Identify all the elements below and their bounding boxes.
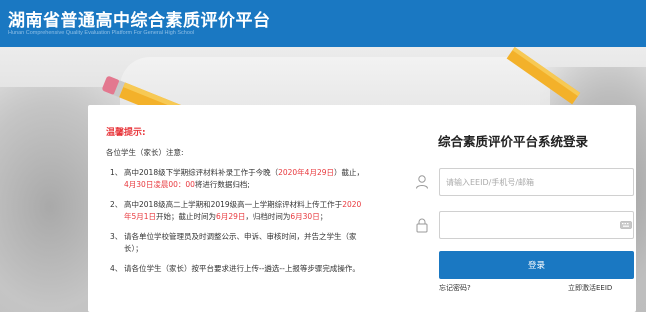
password-input[interactable] xyxy=(439,211,634,239)
login-button[interactable]: 登录 xyxy=(439,251,634,279)
notice-item: 1、 高中2018级下学期综评材料补录工作于今晚（2020年4月29日）截止， 4… xyxy=(106,167,368,191)
login-card: 温馨提示: 各位学生（家长）注意: 1、 高中2018级下学期综评材料补录工作于… xyxy=(88,105,636,312)
keyboard-icon[interactable] xyxy=(620,221,632,229)
site-title: 湖南省普通高中综合素质评价平台 xyxy=(8,11,271,31)
site-header: 湖南省普通高中综合素质评价平台 Hunan Comprehensive Qual… xyxy=(0,0,646,47)
forgot-password-link[interactable]: 忘记密码? xyxy=(439,283,471,293)
pencil-decoration-right xyxy=(506,47,581,105)
notice-item-text: 将进行数据归档; xyxy=(194,180,250,189)
notice-item-text: ，归档时间为 xyxy=(245,212,291,221)
notice-item: 3、 请各单位学校管理员及时调整公示、申诉、审核时间，并告之学生（家长）； xyxy=(106,231,368,255)
username-input[interactable] xyxy=(439,168,634,196)
notice-item-highlight: 6月30日 xyxy=(290,212,320,221)
notice-list: 1、 高中2018级下学期综评材料补录工作于今晚（2020年4月29日）截止， 4… xyxy=(106,167,368,275)
lock-icon xyxy=(416,218,428,233)
notice-greeting: 各位学生（家长）注意: xyxy=(106,148,184,157)
notice-item-highlight: 2020年4月29日 xyxy=(278,168,334,177)
notice-item-text: 高中2018级下学期综评材料补录工作于今晚（ xyxy=(124,168,279,177)
notice-item-text: ）截止， xyxy=(334,168,364,177)
username-field xyxy=(414,168,634,196)
notice-item-text: 请各单位学校管理员及时调整公示、申诉、审核时间，并告之学生（家长）； xyxy=(124,232,357,253)
notice-item-text: 高中2018级高二上学期和2019级高一上学期综评材料上传工作于 xyxy=(124,200,343,209)
notice-item-number: 4、 xyxy=(110,264,123,273)
notice-item: 2、 高中2018级高二上学期和2019级高一上学期综评材料上传工作于2020年… xyxy=(106,199,368,223)
notice-item: 4、 请各位学生（家长）按平台要求进行上传--遴选--上报等步骤完成操作。 xyxy=(106,263,368,275)
notice-item-highlight: 4月30日凌晨00：00 xyxy=(124,180,195,189)
notice-item-number: 3、 xyxy=(110,232,123,241)
user-icon xyxy=(416,175,428,189)
notice-panel: 温馨提示: 各位学生（家长）注意: 1、 高中2018级下学期综评材料补录工作于… xyxy=(106,125,368,283)
activate-eeid-link[interactable]: 立即激活EEID xyxy=(568,283,612,293)
notice-item-text: 请各位学生（家长）按平台要求进行上传--遴选--上报等步骤完成操作。 xyxy=(124,264,360,273)
login-panel: 综合素质评价平台系统登录 登录 忘记密码? 立即激活EE xyxy=(388,105,636,312)
notice-item-text: 开始；截止时间为 xyxy=(156,212,217,221)
notice-item-number: 1、 xyxy=(110,168,123,177)
password-field xyxy=(414,211,634,239)
login-title: 综合素质评价平台系统登录 xyxy=(437,134,588,149)
site-subtitle: Hunan Comprehensive Quality Evaluation P… xyxy=(8,30,195,36)
notice-item-text: ； xyxy=(319,212,328,221)
notice-title: 温馨提示: xyxy=(106,128,146,138)
notice-item-highlight: 6月29日 xyxy=(216,212,246,221)
notice-item-number: 2、 xyxy=(110,200,123,209)
